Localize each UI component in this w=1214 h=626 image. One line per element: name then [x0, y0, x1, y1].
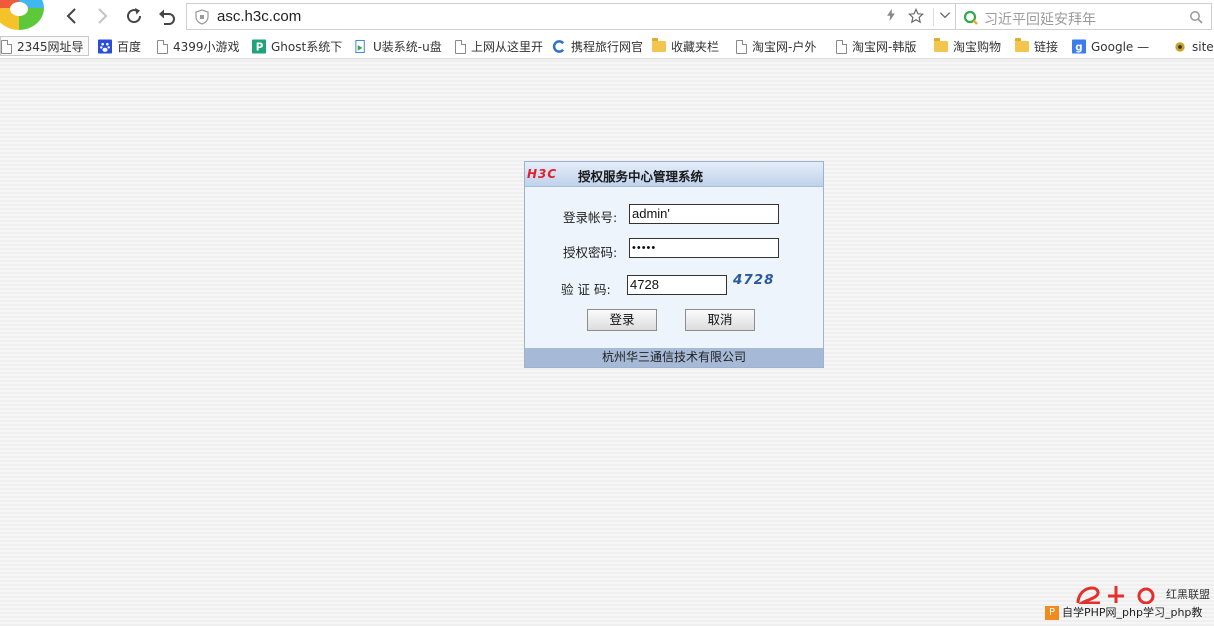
- bookmark-label: 链接: [1034, 40, 1059, 54]
- bookmark-item[interactable]: P Ghost系统下: [252, 37, 342, 57]
- bookmark-item[interactable]: 淘宝网-户外: [736, 37, 816, 57]
- undo-icon[interactable]: [155, 4, 179, 28]
- bookmark-label: 4399小游戏: [173, 40, 240, 54]
- company-footer: 杭州华三通信技术有限公司: [525, 348, 823, 367]
- ctrip-icon: [552, 40, 565, 53]
- watermark-bottom: P 自学PHP网_php学习_php教: [1045, 604, 1202, 622]
- login-panel: H3C 授权服务中心管理系统 登录帐号: admin' 授权密码: ••••• …: [524, 161, 824, 368]
- folder-icon: [652, 38, 666, 52]
- google-icon: g: [1072, 39, 1086, 54]
- bookmark-label: 收藏夹栏: [671, 40, 720, 54]
- folder-icon: [1015, 38, 1029, 52]
- watermark-side-text: 红黑联盟: [1166, 588, 1210, 601]
- search-engine-icon: [963, 10, 978, 25]
- bookmarks-bar: 2345网址导 百度 4399小游戏 P Ghost系统下 U装系统-u盘 上网从…: [0, 34, 1214, 59]
- security-shield-icon: [195, 9, 209, 25]
- bookmark-label: U装系统-u盘: [373, 40, 442, 54]
- bookmark-label: 淘宝网-韩版: [852, 40, 917, 54]
- page-icon: [157, 39, 168, 54]
- bookmark-label: 上网从这里开: [471, 40, 544, 54]
- search-icon[interactable]: [1189, 10, 1203, 24]
- login-button[interactable]: 登录: [587, 309, 657, 331]
- folder-icon: [934, 38, 948, 52]
- bookmark-item[interactable]: 2345网址导: [0, 36, 89, 56]
- page-icon: [736, 39, 747, 54]
- h3c-logo: H3C: [527, 167, 558, 181]
- bookmark-item[interactable]: 上网从这里开: [455, 37, 543, 57]
- forward-icon[interactable]: [90, 4, 114, 28]
- chevron-down-icon[interactable]: [933, 8, 955, 26]
- page-icon: [1, 39, 12, 54]
- captcha-image[interactable]: 4728: [733, 272, 775, 288]
- baidu-paw-icon: [98, 39, 112, 54]
- account-label: 登录帐号:: [563, 210, 618, 225]
- bookmark-label: 淘宝购物: [953, 40, 1002, 54]
- lightning-icon[interactable]: [882, 8, 900, 26]
- bookmark-item[interactable]: 淘宝网-韩版: [836, 37, 916, 57]
- ghost-p-icon: P: [252, 39, 266, 54]
- bookmark-item[interactable]: U装系统-u盘: [354, 37, 442, 57]
- address-bar[interactable]: asc.h3c.com: [186, 3, 956, 30]
- url-text[interactable]: asc.h3c.com: [217, 8, 301, 25]
- reload-icon[interactable]: [122, 4, 146, 28]
- captcha-input[interactable]: 4728: [627, 275, 727, 295]
- search-box[interactable]: 习近平回延安拜年: [956, 3, 1212, 30]
- search-input[interactable]: 习近平回延安拜年: [984, 9, 1096, 29]
- password-label: 授权密码:: [563, 245, 618, 260]
- bookmark-label: Google —: [1091, 40, 1150, 54]
- account-input[interactable]: admin': [629, 204, 779, 224]
- login-header: H3C 授权服务中心管理系统: [525, 162, 823, 187]
- bookmark-label: 百度: [117, 40, 142, 54]
- php-icon: P: [1045, 606, 1059, 620]
- bookmark-item[interactable]: 百度: [98, 37, 141, 57]
- captcha-label: 验 证 码:: [561, 282, 611, 297]
- bookmark-item[interactable]: 4399小游戏: [157, 37, 240, 57]
- bookmark-item[interactable]: g Google —: [1072, 37, 1149, 57]
- bookmark-label: Ghost系统下: [271, 40, 343, 54]
- watermark-bottom-text: 自学PHP网_php学习_php教: [1062, 606, 1203, 619]
- bookmark-label: 2345网址导: [17, 40, 84, 54]
- password-input[interactable]: •••••: [629, 238, 779, 258]
- browser-logo-icon[interactable]: [0, 0, 44, 30]
- bookmark-label: 淘宝网-户外: [752, 40, 817, 54]
- page-icon: [836, 39, 847, 54]
- bookmark-item[interactable]: 携程旅行网官: [552, 37, 643, 57]
- back-icon[interactable]: [60, 4, 84, 28]
- bookmark-item[interactable]: 收藏夹栏: [652, 37, 719, 57]
- bookmark-item[interactable]: site:: [1173, 37, 1214, 57]
- star-icon[interactable]: [907, 7, 925, 26]
- bookmark-item[interactable]: 链接: [1015, 37, 1058, 57]
- svg-text:g: g: [1075, 42, 1082, 54]
- watermark-logo: [1076, 586, 1155, 604]
- u-install-icon: [355, 39, 365, 54]
- bookmark-label: 携程旅行网官: [571, 40, 644, 54]
- site-icon: [1175, 42, 1185, 52]
- page-icon: [455, 39, 466, 54]
- bookmark-item[interactable]: 淘宝购物: [934, 37, 1001, 57]
- browser-toolbar: asc.h3c.com 习近平回延安拜年: [0, 0, 1214, 34]
- cancel-button[interactable]: 取消: [685, 309, 755, 331]
- svg-text:P: P: [256, 42, 264, 54]
- bookmark-label: site:: [1192, 40, 1214, 54]
- login-title: 授权服务中心管理系统: [578, 169, 704, 184]
